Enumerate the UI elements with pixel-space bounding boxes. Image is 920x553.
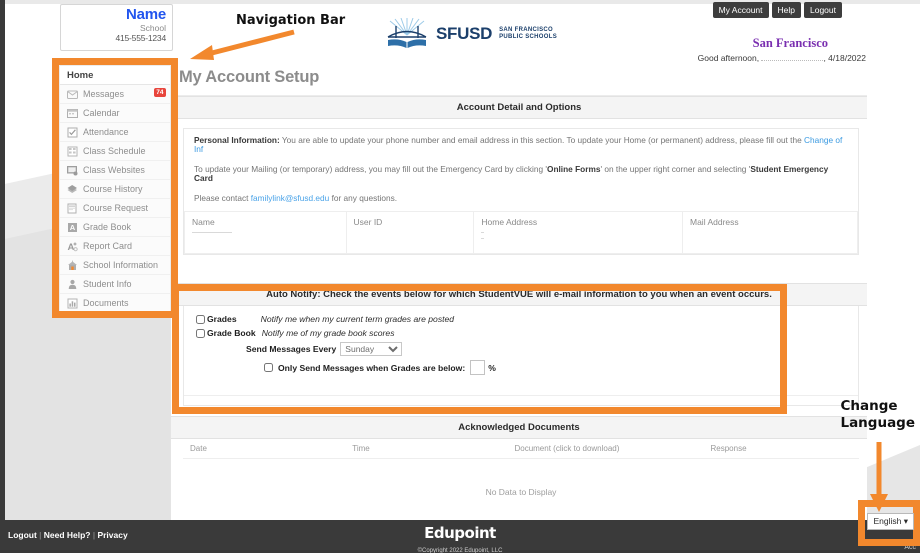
my-account-button[interactable]: My Account xyxy=(712,2,769,18)
acknowledged-documents-table: Date Time Document (click to download) R… xyxy=(183,439,859,459)
logo-line-1: SAN FRANCISCO xyxy=(499,27,554,33)
help-button[interactable]: Help xyxy=(771,2,801,18)
gradebook-checkbox[interactable] xyxy=(196,328,205,338)
grades-label: Grades xyxy=(207,314,237,324)
auto-notify-section-header: Auto Notify: Check the events below for … xyxy=(171,283,867,306)
grades-notify-row: Grades Notify me when my current term gr… xyxy=(184,312,858,326)
acknowledged-documents-panel: Date Time Document (click to download) R… xyxy=(183,439,859,520)
grades-checkbox[interactable] xyxy=(196,314,205,324)
threshold-value-input[interactable] xyxy=(470,360,486,375)
greeting-text: Good afternoon, , 4/18/2022 xyxy=(698,53,866,63)
acknowledged-documents-header: Acknowledged Documents xyxy=(171,416,867,439)
frequency-row: Send Messages Every Sunday xyxy=(184,340,858,358)
language-selector[interactable]: English ▾ xyxy=(867,513,914,530)
redacted-value xyxy=(192,232,232,233)
familylink-email-link[interactable]: familylink@sfusd.edu xyxy=(251,193,330,203)
logo-line-2: PUBLIC SCHOOLS xyxy=(499,34,557,40)
no-data-message: No Data to Display xyxy=(485,487,557,497)
account-detail-section-header: Account Detail and Options xyxy=(171,96,867,119)
logo-acronym: SFUSD xyxy=(436,24,493,43)
district-name: San Francisco xyxy=(752,36,828,50)
sfusd-logo: SFUSD SAN FRANCISCO PUBLIC SCHOOLS xyxy=(385,18,557,50)
student-phone: 415-555-1234 xyxy=(115,33,166,43)
annotation-navigation-bar: Navigation Bar xyxy=(236,13,346,28)
frequency-label: Send Messages Every xyxy=(246,344,337,354)
navigation-bar-highlight xyxy=(52,58,178,318)
column-label: Home Address xyxy=(481,217,538,227)
online-forms-emphasis: Online Forms xyxy=(546,164,601,174)
info-line-2-a: To update your Mailing (or temporary) ad… xyxy=(194,164,547,174)
student-name: Name xyxy=(125,6,166,23)
gradebook-label: Grade Book xyxy=(207,328,256,338)
greeting-suffix: , 4/18/2022 xyxy=(823,53,866,63)
personal-information-label: Personal Information: xyxy=(194,135,280,145)
logout-button[interactable]: Logout xyxy=(804,2,842,18)
column-mail-address: Mail Address xyxy=(682,211,858,254)
studentvue-account-page: Name School 415-555-1234 SFUSD SAN FRANC… xyxy=(0,0,920,553)
personal-information-panel: Personal Information: You are able to up… xyxy=(183,128,859,255)
chevron-down-icon: ▾ xyxy=(903,516,908,526)
threshold-row: Only Send Messages when Grades are below… xyxy=(184,358,858,377)
language-label: English xyxy=(873,516,902,526)
column-label: Name xyxy=(192,217,215,227)
info-line-2: To update your Mailing (or temporary) ad… xyxy=(184,156,858,185)
annotation-line-1: Change xyxy=(840,398,898,414)
column-user-id: User ID xyxy=(345,211,475,254)
threshold-checkbox[interactable] xyxy=(264,363,273,372)
column-label: User ID xyxy=(353,217,383,227)
redacted-value xyxy=(481,238,485,239)
student-school: School xyxy=(140,23,166,33)
info-line-3-b: for any questions. xyxy=(329,193,398,203)
edupoint-logo: Edupoint xyxy=(424,524,496,542)
column-response: Response xyxy=(703,439,859,459)
gradebook-description: Notify me of my grade book scores xyxy=(261,328,395,338)
threshold-label: Only Send Messages when Grades are below… xyxy=(278,362,466,373)
main-content-panel: My Account Setup Account Detail and Opti… xyxy=(170,58,867,520)
greeting-prefix: Good afternoon, xyxy=(697,53,762,63)
greeting-redacted-name xyxy=(761,60,824,61)
edupoint-branding: Edupoint ©Copyright 2022 Edupoint, LLC xyxy=(0,524,920,553)
column-time: Time xyxy=(345,439,508,459)
top-navigation: My Account Help Logout xyxy=(712,2,842,18)
column-label: Mail Address xyxy=(690,217,739,227)
gradebook-notify-row: Grade Book Notify me of my grade book sc… xyxy=(184,326,858,340)
info-line-2-c: ' on the upper right corner and selectin… xyxy=(600,164,751,174)
info-line-3: Please contact familylink@sfusd.edu for … xyxy=(184,185,858,211)
page-footer: Logout | Need Help? | Privacy Edupoint ©… xyxy=(0,520,920,553)
left-edge-band xyxy=(0,0,5,520)
grades-description: Notify me when my current term grades ar… xyxy=(260,314,455,324)
account-detail-table: Name User ID Home Address Mail Address xyxy=(184,211,858,254)
column-home-address: Home Address xyxy=(473,211,683,254)
info-line-3-a: Please contact xyxy=(194,193,251,203)
column-document: Document (click to download) xyxy=(507,439,704,459)
info-line-1: Personal Information: You are able to up… xyxy=(184,129,858,156)
table-header-row: Date Time Document (click to download) R… xyxy=(183,439,859,459)
bridge-book-icon xyxy=(387,18,427,48)
info-line-1-text: You are able to update your phone number… xyxy=(279,135,805,145)
logo-subtitle: SAN FRANCISCO PUBLIC SCHOOLS xyxy=(499,27,557,41)
annotation-change-language: Change Language xyxy=(840,398,915,432)
auto-notify-panel: Grades Notify me when my current term gr… xyxy=(183,306,859,406)
page-title: My Account Setup xyxy=(171,58,867,96)
redacted-value xyxy=(481,232,485,233)
send-messages-frequency-select[interactable]: Sunday xyxy=(340,342,403,356)
column-date: Date xyxy=(183,439,346,459)
student-id-card: Name School 415-555-1234 xyxy=(60,4,173,51)
column-name: Name xyxy=(184,211,347,254)
table-header-row: Name User ID Home Address Mail Address xyxy=(184,211,858,254)
percent-sign: % xyxy=(488,362,496,373)
annotation-line-2: Language xyxy=(840,415,915,431)
copyright-text: ©Copyright 2022 Edupoint, LLC xyxy=(417,548,503,553)
